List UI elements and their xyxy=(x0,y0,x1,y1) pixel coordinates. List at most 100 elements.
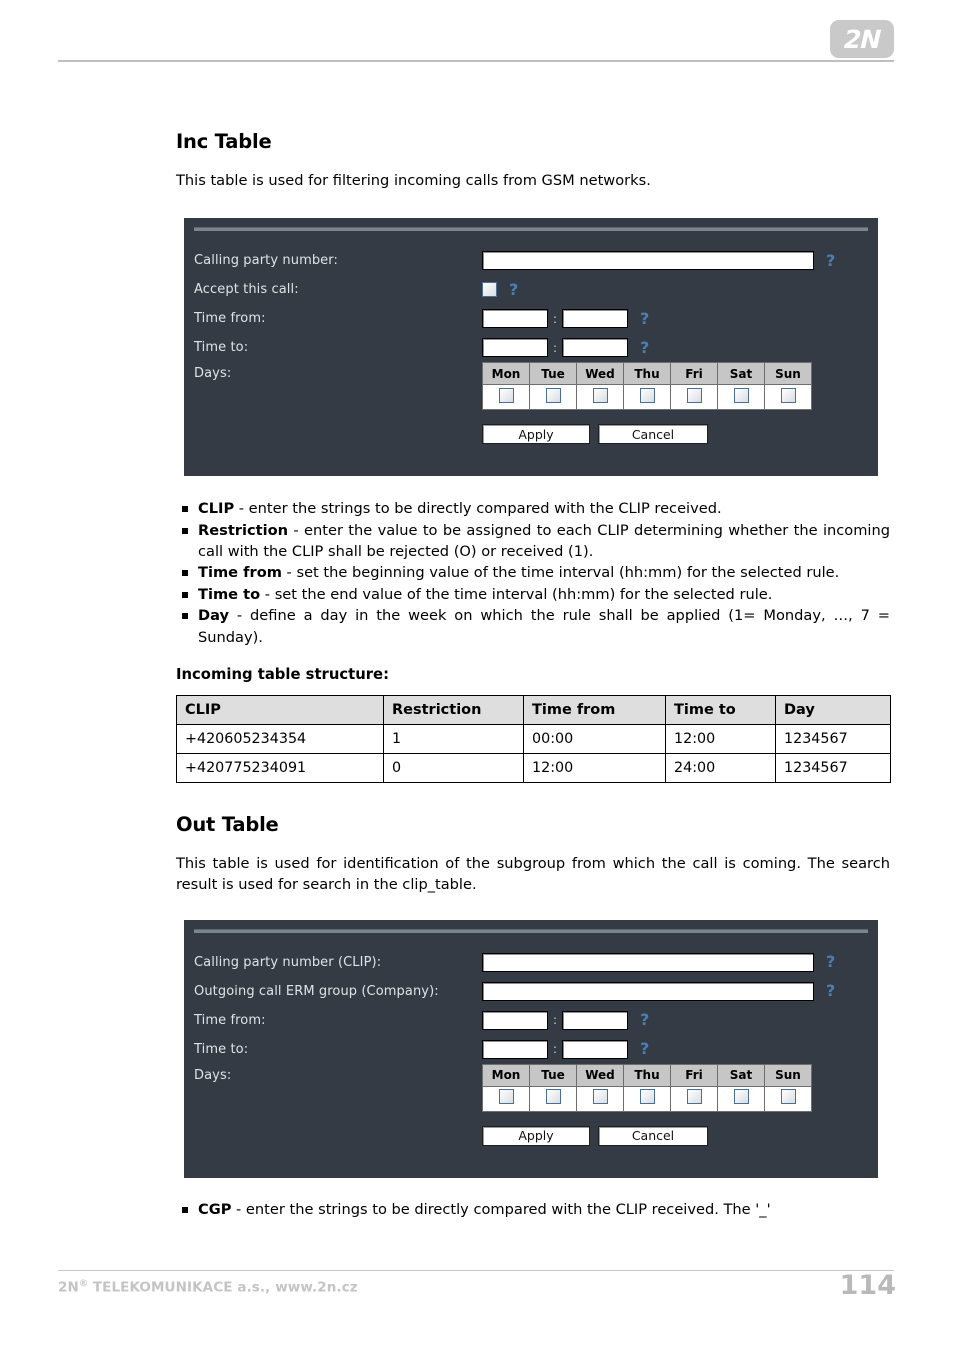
form-row-time-to: Time to: : ? xyxy=(184,333,878,362)
list-item: CLIP - enter the strings to be directly … xyxy=(176,498,890,519)
out-button-row: Apply Cancel xyxy=(184,1125,878,1146)
time-to-minute-input[interactable] xyxy=(562,338,628,358)
day-header-thu: Thu xyxy=(623,1063,671,1087)
time-from-hour-input[interactable] xyxy=(482,309,548,329)
days-checkbox-row xyxy=(482,384,812,411)
cell-restriction: 1 xyxy=(383,724,524,755)
bullet-text: - set the beginning value of the time in… xyxy=(281,564,840,582)
cell-clip: +420605234354 xyxy=(176,724,384,755)
page-content: Inc Table This table is used for filteri… xyxy=(176,0,891,1220)
help-icon-time-to[interactable]: ? xyxy=(640,1041,649,1057)
time-from-label: Time from: xyxy=(194,311,266,327)
day-header-tue: Tue xyxy=(529,1063,577,1087)
day-checkbox-thu[interactable] xyxy=(639,1089,655,1105)
registered-mark: ® xyxy=(78,1279,89,1289)
help-icon-accept-call[interactable]: ? xyxy=(509,281,518,298)
time-to-label: Time to: xyxy=(194,1041,249,1057)
days-checkbox-row xyxy=(482,1085,812,1112)
calling-party-clip-input[interactable] xyxy=(482,952,814,972)
time-from-separator: : xyxy=(552,311,558,326)
form-row-erm-group: Outgoing call ERM group (Company): ? xyxy=(184,977,878,1006)
list-item: Time to - set the end value of the time … xyxy=(176,584,890,605)
bullet-term: Time to xyxy=(198,585,261,603)
calling-party-input[interactable] xyxy=(482,251,814,271)
accept-call-checkbox[interactable] xyxy=(482,282,497,298)
day-cell-tue xyxy=(529,384,577,411)
apply-button[interactable]: Apply xyxy=(482,1125,590,1146)
help-icon-time-to[interactable]: ? xyxy=(640,339,649,356)
form-row-calling-party: Calling party number: ? xyxy=(184,246,878,275)
days-table: Mon Tue Wed Thu Fri Sat Sun xyxy=(482,1063,812,1112)
day-cell-thu xyxy=(623,1085,671,1112)
bullet-text: - enter the strings to be directly compa… xyxy=(234,500,722,518)
time-from-label: Time from: xyxy=(194,1012,266,1028)
calling-party-label: Calling party number: xyxy=(194,253,338,269)
erm-group-input[interactable] xyxy=(482,981,814,1001)
day-header-sun: Sun xyxy=(764,1063,812,1087)
page-number: 114 xyxy=(839,1270,896,1301)
footer-company-suffix: TELEKOMUNIKACE a.s., www.2n.cz xyxy=(88,1279,358,1296)
form-row-time-from: Time from: : ? xyxy=(184,1006,878,1035)
help-icon-time-from[interactable]: ? xyxy=(640,310,649,327)
help-icon-erm-group[interactable]: ? xyxy=(826,983,835,999)
time-to-hour-input[interactable] xyxy=(482,1039,548,1059)
day-checkbox-fri[interactable] xyxy=(686,1089,702,1105)
day-checkbox-mon[interactable] xyxy=(498,1089,514,1105)
time-to-minute-input[interactable] xyxy=(562,1039,628,1059)
help-icon-calling-party-clip[interactable]: ? xyxy=(826,954,835,970)
days-table: Mon Tue Wed Thu Fri Sat Sun xyxy=(482,362,812,411)
col-header-time-from: Time from xyxy=(523,695,666,726)
day-checkbox-mon[interactable] xyxy=(498,387,514,403)
apply-button[interactable]: Apply xyxy=(482,424,590,445)
list-item: Day - define a day in the week on which … xyxy=(176,605,890,648)
time-from-hour-input[interactable] xyxy=(482,1010,548,1030)
day-checkbox-sun[interactable] xyxy=(780,1089,796,1105)
day-checkbox-sat[interactable] xyxy=(733,1089,749,1105)
time-from-minute-input[interactable] xyxy=(562,1010,628,1030)
form-row-days: Days: Mon Tue Wed Thu Fri Sat Sun xyxy=(184,362,878,411)
day-checkbox-wed[interactable] xyxy=(592,1089,608,1105)
day-checkbox-tue[interactable] xyxy=(545,387,561,403)
list-item: Restriction - enter the value to be assi… xyxy=(176,520,890,563)
day-header-wed: Wed xyxy=(576,362,624,386)
help-icon-time-from[interactable]: ? xyxy=(640,1012,649,1028)
panel-top-rule xyxy=(194,227,868,232)
bullet-text: - enter the value to be assigned to each… xyxy=(198,521,890,561)
col-header-day: Day xyxy=(775,695,891,726)
day-checkbox-sat[interactable] xyxy=(733,387,749,403)
form-row-time-from: Time from: : ? xyxy=(184,304,878,333)
time-to-hour-input[interactable] xyxy=(482,338,548,358)
day-checkbox-sun[interactable] xyxy=(780,387,796,403)
time-from-minute-input[interactable] xyxy=(562,309,628,329)
cancel-button[interactable]: Cancel xyxy=(598,1125,708,1146)
day-cell-sat xyxy=(717,1085,765,1112)
out-table-intro: This table is used for identification of… xyxy=(176,855,890,894)
col-header-restriction: Restriction xyxy=(383,695,524,726)
list-item: Time from - set the beginning value of t… xyxy=(176,562,890,583)
cell-restriction: 0 xyxy=(383,753,524,784)
day-header-sat: Sat xyxy=(717,1063,765,1087)
inc-button-row: Apply Cancel xyxy=(184,424,878,445)
time-to-label: Time to: xyxy=(194,340,249,356)
cell-day: 1234567 xyxy=(775,753,891,784)
inc-form: Calling party number: ? Accept this call… xyxy=(184,218,878,445)
day-checkbox-wed[interactable] xyxy=(592,387,608,403)
incoming-structure-table: CLIP Restriction Time from Time to Day +… xyxy=(176,695,891,784)
day-cell-mon xyxy=(482,384,530,411)
day-checkbox-thu[interactable] xyxy=(639,387,655,403)
cancel-button[interactable]: Cancel xyxy=(598,424,708,445)
panel-top-rule xyxy=(194,928,868,933)
cell-time-from: 00:00 xyxy=(523,724,666,755)
table-row: +420775234091 0 12:00 24:00 1234567 xyxy=(176,753,891,784)
day-header-sun: Sun xyxy=(764,362,812,386)
out-config-panel: Calling party number (CLIP): ? Outgoing … xyxy=(184,919,878,1178)
day-cell-wed xyxy=(576,384,624,411)
day-checkbox-fri[interactable] xyxy=(686,387,702,403)
time-to-separator: : xyxy=(552,1042,558,1057)
incoming-table-caption: Incoming table structure: xyxy=(176,666,389,684)
days-header-row: Mon Tue Wed Thu Fri Sat Sun xyxy=(482,362,812,386)
inc-bullet-list: CLIP - enter the strings to be directly … xyxy=(176,498,890,648)
day-checkbox-tue[interactable] xyxy=(545,1089,561,1105)
inc-table-heading: Inc Table xyxy=(176,130,272,153)
help-icon-calling-party[interactable]: ? xyxy=(826,252,835,269)
